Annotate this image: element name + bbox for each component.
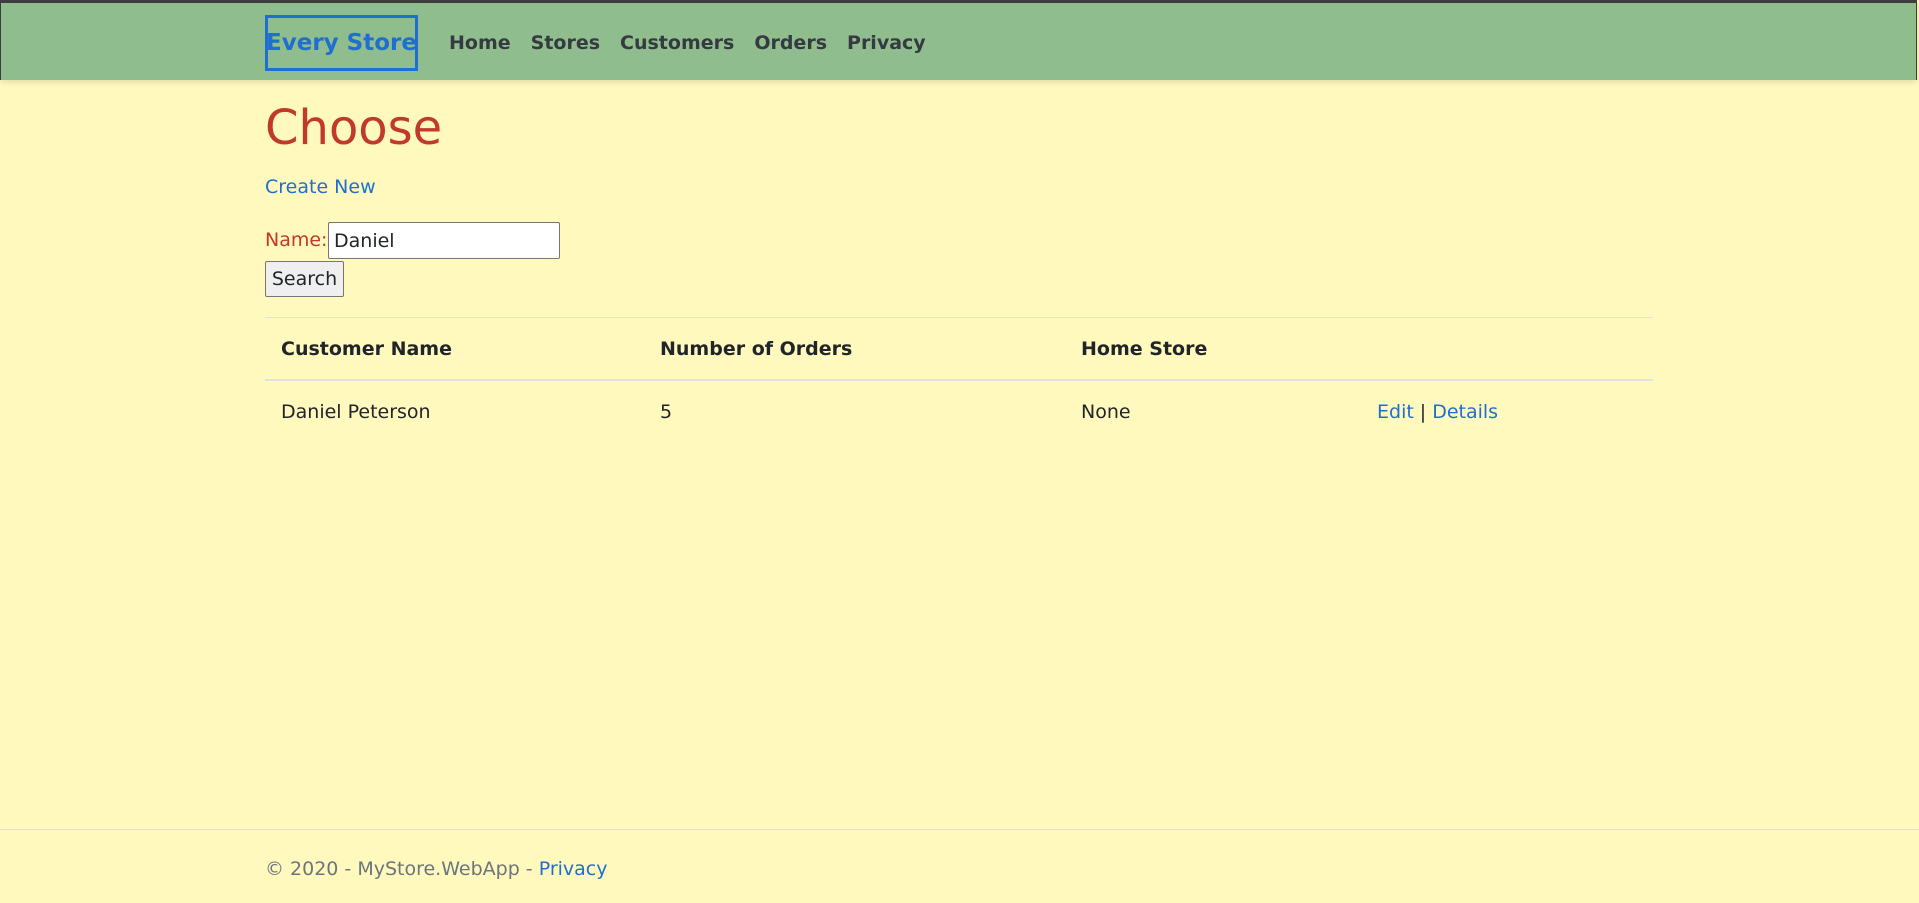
footer-text: © 2020 - MyStore.WebApp - Privacy <box>265 858 608 880</box>
edit-link[interactable]: Edit <box>1377 401 1414 423</box>
page-title: Choose <box>265 100 443 156</box>
cell-home-store: None <box>1081 401 1131 423</box>
footer-privacy-link[interactable]: Privacy <box>539 858 608 880</box>
name-search-input[interactable] <box>328 222 560 259</box>
table-header-row: Customer Name Number of Orders Home Stor… <box>265 318 1653 381</box>
create-new-link[interactable]: Create New <box>265 176 376 198</box>
search-button[interactable]: Search <box>265 261 344 297</box>
header-number-of-orders: Number of Orders <box>660 337 853 360</box>
name-label: Name: <box>265 229 328 251</box>
nav-orders[interactable]: Orders <box>754 32 827 54</box>
customers-table: Customer Name Number of Orders Home Stor… <box>265 317 1653 443</box>
nav-customers[interactable]: Customers <box>620 32 734 54</box>
table-row: Daniel Peterson 5 None Edit | Details <box>265 381 1653 443</box>
action-separator: | <box>1419 401 1427 423</box>
nav-stores[interactable]: Stores <box>531 32 600 54</box>
row-actions: Edit | Details <box>1377 381 1498 443</box>
cell-customer-name: Daniel Peterson <box>281 401 431 423</box>
nav-privacy[interactable]: Privacy <box>847 32 926 54</box>
brand-link[interactable]: Every Store <box>265 15 418 71</box>
header-customer-name: Customer Name <box>281 337 452 360</box>
header-home-store: Home Store <box>1081 337 1208 360</box>
footer: © 2020 - MyStore.WebApp - Privacy <box>0 829 1919 903</box>
navbar: Every Store Home Stores Customers Orders… <box>0 0 1917 80</box>
nav-home[interactable]: Home <box>449 32 511 54</box>
details-link[interactable]: Details <box>1432 401 1498 423</box>
nav-links: Home Stores Customers Orders Privacy <box>449 3 946 83</box>
footer-copyright: © 2020 - MyStore.WebApp - <box>265 858 539 880</box>
cell-number-of-orders: 5 <box>660 401 673 423</box>
